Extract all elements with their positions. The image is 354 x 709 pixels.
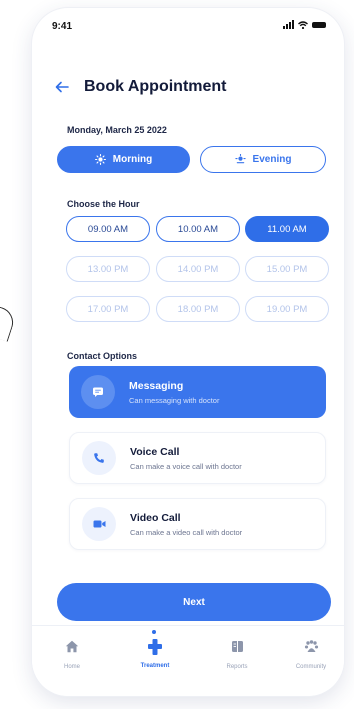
option-title: Messaging xyxy=(129,379,184,392)
tab-home[interactable]: Home xyxy=(42,640,102,670)
sun-icon xyxy=(94,154,106,165)
decorative-curve xyxy=(0,305,18,342)
wifi-icon xyxy=(298,21,308,29)
next-button[interactable]: Next xyxy=(57,583,331,621)
tab-reports[interactable]: Reports xyxy=(207,640,267,670)
hour-slot: 17.00 PM xyxy=(66,296,150,322)
bottom-tab-bar: Home Treatment Reports Community xyxy=(32,625,344,696)
video-icon xyxy=(82,507,116,541)
hour-slot: 13.00 PM xyxy=(66,256,150,282)
report-icon xyxy=(231,641,243,652)
hour-slot[interactable]: 09.00 AM xyxy=(66,216,150,242)
hour-slot[interactable]: 11.00 AM xyxy=(245,216,329,242)
contact-option-voice-call[interactable]: Voice Call Can make a voice call with do… xyxy=(69,432,326,484)
contact-options-label: Contact Options xyxy=(67,351,137,361)
contact-option-messaging[interactable]: Messaging Can messaging with doctor xyxy=(69,366,326,418)
phone-icon xyxy=(82,441,116,475)
tab-label: Reports xyxy=(226,664,248,670)
page-title: Book Appointment xyxy=(84,78,227,95)
medical-cross-icon xyxy=(148,639,162,655)
hour-slot: 18.00 PM xyxy=(156,296,240,322)
phone-frame: 9:41 Book Appointment Monday, March 25 2… xyxy=(32,8,344,696)
hour-slot[interactable]: 10.00 AM xyxy=(156,216,240,242)
community-icon xyxy=(304,640,318,652)
option-subtitle: Can messaging with doctor xyxy=(129,395,220,405)
battery-icon xyxy=(312,22,326,28)
hour-slot: 19.00 PM xyxy=(245,296,329,322)
option-title: Voice Call xyxy=(130,445,180,458)
tab-community[interactable]: Community xyxy=(281,640,341,670)
signal-icon xyxy=(283,20,294,29)
option-subtitle: Can make a voice call with doctor xyxy=(130,461,242,471)
choose-hour-label: Choose the Hour xyxy=(67,199,140,209)
date-label: Monday, March 25 2022 xyxy=(67,125,167,135)
option-title: Video Call xyxy=(130,511,181,524)
evening-label: Evening xyxy=(252,154,292,165)
arrow-left-icon[interactable] xyxy=(52,81,72,93)
tab-label: Community xyxy=(295,664,327,670)
morning-label: Morning xyxy=(112,154,153,165)
status-bar: 9:41 xyxy=(32,8,344,48)
chat-icon xyxy=(81,375,115,409)
morning-button[interactable]: Morning xyxy=(57,146,190,173)
home-icon xyxy=(65,640,79,653)
moon-icon xyxy=(234,154,246,164)
tab-treatment[interactable]: Treatment xyxy=(125,630,185,669)
tab-label: Treatment xyxy=(140,663,170,669)
option-subtitle: Can make a video call with doctor xyxy=(130,527,243,537)
active-indicator xyxy=(152,630,156,634)
hour-slot: 15.00 PM xyxy=(245,256,329,282)
status-time: 9:41 xyxy=(52,21,73,32)
status-icons xyxy=(283,20,326,29)
evening-button[interactable]: Evening xyxy=(200,146,326,173)
hour-slot: 14.00 PM xyxy=(156,256,240,282)
page-header: Book Appointment xyxy=(52,78,227,96)
tab-label: Home xyxy=(63,664,80,670)
contact-option-video-call[interactable]: Video Call Can make a video call with do… xyxy=(69,498,326,550)
